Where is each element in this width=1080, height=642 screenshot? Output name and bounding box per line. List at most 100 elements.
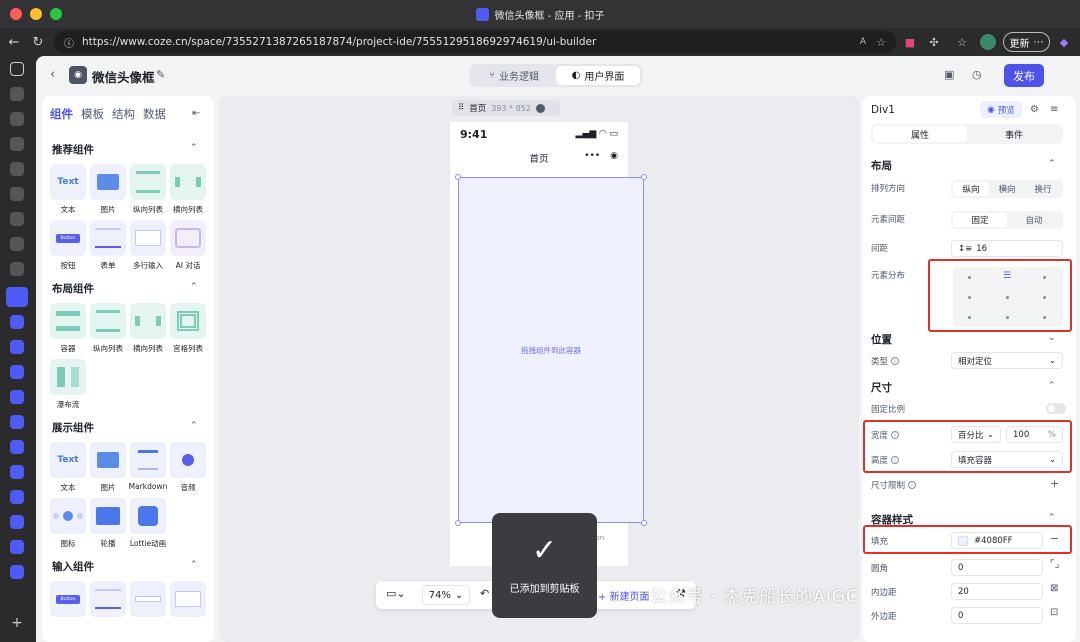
new-page-button[interactable]: + 新建页面 (598, 588, 650, 603)
tab-structure[interactable]: 结构 (112, 106, 135, 122)
padding-input[interactable]: 20 (951, 583, 1043, 600)
zoom-select[interactable]: 74% ⌄ (422, 585, 470, 605)
profile-avatar[interactable] (980, 34, 996, 50)
play-icon[interactable] (535, 103, 545, 113)
component-input-textarea[interactable] (170, 581, 206, 617)
close-window-button[interactable] (10, 8, 22, 20)
component-grid-list[interactable]: 宫格列表 (170, 303, 206, 354)
tab-icon[interactable] (10, 187, 24, 201)
position-type-select[interactable]: 相对定位 ⌄ (951, 352, 1063, 369)
target-icon[interactable]: ◉ (610, 151, 618, 161)
preview-button[interactable]: ◉ 预览 (980, 101, 1022, 118)
tab-events[interactable]: 事件 (967, 126, 1061, 142)
minimize-window-button[interactable] (30, 8, 42, 20)
tab-icon[interactable] (10, 262, 24, 276)
coze-tab-icon[interactable] (10, 340, 24, 354)
direction-wrap[interactable]: 换行 (1025, 182, 1061, 196)
drag-handle-icon[interactable]: ⠿ (458, 103, 464, 113)
publish-button[interactable]: 发布 (1004, 64, 1044, 87)
sidebar-toggle-icon[interactable] (10, 62, 24, 76)
chevron-up-icon[interactable]: ⌃ (190, 560, 198, 570)
component-ai-chat[interactable]: AI 对话 (170, 220, 206, 271)
address-bar[interactable]: ⓘ https://www.coze.cn/space/735527138726… (54, 31, 896, 53)
favorite-star-icon[interactable]: ☆ (876, 36, 886, 49)
component-waterfall[interactable]: 瀑布流 (50, 359, 86, 410)
back-arrow-icon[interactable]: ‹ (50, 67, 55, 82)
coze-tab-icon[interactable] (10, 565, 24, 579)
favorites-icon[interactable]: ☆ (954, 34, 970, 50)
resize-handle[interactable] (641, 520, 647, 526)
info-icon[interactable]: ⓘ (64, 35, 74, 50)
back-icon[interactable]: ← (6, 34, 22, 50)
chevron-down-icon[interactable]: ⌄ (1048, 333, 1056, 343)
component-audio[interactable]: 音频 (170, 442, 206, 493)
component-input-button[interactable]: Button (50, 581, 86, 617)
list-collapse-icon[interactable]: ≡ (1050, 104, 1058, 115)
padding-icon[interactable]: ⊠ (1050, 583, 1058, 594)
browser-tab[interactable]: 微信头像框 - 应用 - 扣子 (475, 7, 604, 22)
chevron-up-icon[interactable]: ⌃ (190, 143, 198, 153)
tab-components[interactable]: 组件 (50, 106, 73, 122)
update-button[interactable]: 更新 ⋯ (1003, 32, 1050, 52)
chevron-up-icon[interactable]: ⌃ (1048, 381, 1056, 391)
maximize-window-button[interactable] (50, 8, 62, 20)
tab-icon[interactable] (10, 212, 24, 226)
tab-templates[interactable]: 模板 (81, 106, 104, 122)
tab-properties[interactable]: 属性 (873, 126, 967, 142)
tab-business-logic[interactable]: ⑂ 业务逻辑 (472, 66, 556, 85)
spacing-auto[interactable]: 自动 (1007, 213, 1061, 227)
corner-icon[interactable]: ⌜⌟ (1050, 559, 1059, 570)
coze-tab-icon[interactable] (10, 490, 24, 504)
device-icon[interactable]: ▭⌄ (386, 587, 406, 600)
read-aloud-icon[interactable]: A (860, 37, 866, 47)
resize-handle[interactable] (641, 174, 647, 180)
settings-icon[interactable]: ⚙ (1030, 104, 1039, 115)
history-icon[interactable]: ◷ (972, 68, 982, 81)
tab-data[interactable]: 数据 (143, 106, 166, 122)
component-input-field[interactable] (130, 581, 166, 617)
info-icon[interactable]: i (891, 357, 900, 365)
chevron-up-icon[interactable]: ⌃ (1048, 159, 1056, 169)
copilot-icon[interactable]: ◆ (1056, 34, 1072, 50)
tab-icon[interactable] (10, 112, 24, 126)
tab-icon[interactable] (10, 87, 24, 101)
info-icon[interactable]: i (908, 481, 917, 489)
undo-icon[interactable]: ↶ (480, 587, 489, 600)
tab-icon[interactable] (10, 162, 24, 176)
margin-icon[interactable]: ⊡ (1050, 607, 1058, 618)
gap-input[interactable]: ↕≡ 16 (951, 240, 1063, 257)
add-icon[interactable]: + (1050, 477, 1059, 490)
edit-icon[interactable]: ✎ (156, 68, 165, 81)
reload-icon[interactable]: ↻ (30, 34, 46, 50)
direction-vertical[interactable]: 纵向 (953, 182, 989, 196)
coze-tab-icon[interactable] (10, 415, 24, 429)
tab-icon[interactable] (10, 237, 24, 251)
coze-tab-icon[interactable] (10, 365, 24, 379)
coze-tab-icon[interactable] (10, 390, 24, 404)
resize-handle[interactable] (455, 520, 461, 526)
more-dots-icon[interactable]: ••• (584, 151, 600, 161)
resize-handle[interactable] (455, 174, 461, 180)
component-input-form[interactable] (90, 581, 126, 617)
chevron-up-icon[interactable]: ⌃ (190, 421, 198, 431)
extension-icon[interactable]: ■ (902, 34, 918, 50)
puzzle-icon[interactable]: ✣ (926, 34, 942, 50)
new-tab-icon[interactable]: + (10, 616, 24, 630)
selected-container-div1[interactable]: 拖拽组件到此容器 (458, 177, 644, 523)
collapse-panel-icon[interactable]: ⇤ (192, 108, 200, 119)
radius-input[interactable]: 0 (951, 559, 1043, 576)
coze-tab-icon[interactable] (10, 515, 24, 529)
chevron-up-icon[interactable]: ⌃ (190, 282, 198, 292)
tab-user-interface[interactable]: ◐ 用户界面 (556, 66, 640, 85)
coze-tab-icon[interactable] (10, 540, 24, 554)
coze-tab-icon[interactable] (10, 465, 24, 479)
direction-horizontal[interactable]: 横向 (989, 182, 1025, 196)
component-horizontal-list[interactable]: 横向列表 (170, 164, 206, 215)
page-selector[interactable]: ⠿ 首页 393 * 852 (452, 100, 560, 116)
save-icon[interactable]: ▣ (944, 68, 954, 81)
fixed-ratio-toggle[interactable] (1046, 403, 1066, 414)
tab-icon[interactable] (10, 137, 24, 151)
chevron-up-icon[interactable]: ⌃ (1048, 513, 1056, 523)
coze-tab-icon[interactable] (10, 315, 24, 329)
margin-input[interactable]: 0 (951, 607, 1043, 624)
